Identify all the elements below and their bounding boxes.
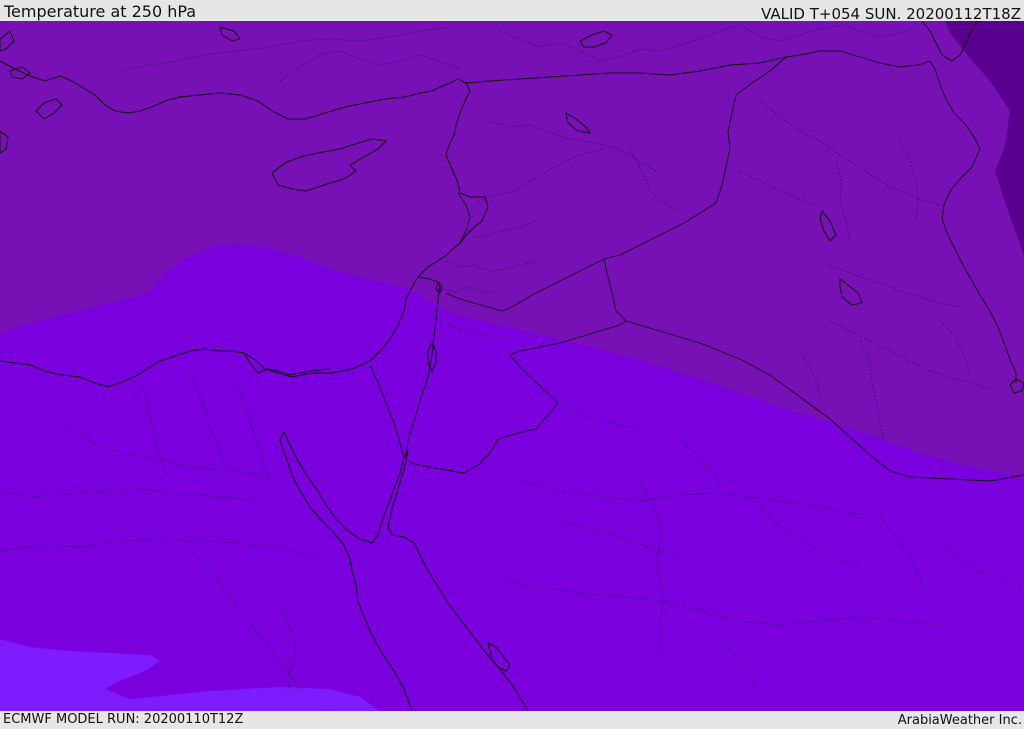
model-run-label: ECMWF MODEL RUN: 20200110T12Z — [3, 712, 244, 727]
weather-map[interactable] — [0, 21, 1024, 711]
footer-bar: ECMWF MODEL RUN: 20200110T12Z ArabiaWeat… — [0, 711, 1024, 729]
header-bar: Temperature at 250 hPa VALID T+054 SUN. … — [0, 0, 1024, 23]
credit-label: ArabiaWeather Inc. — [897, 713, 1022, 728]
map-canvas — [0, 21, 1024, 711]
map-title: Temperature at 250 hPa — [4, 2, 197, 21]
